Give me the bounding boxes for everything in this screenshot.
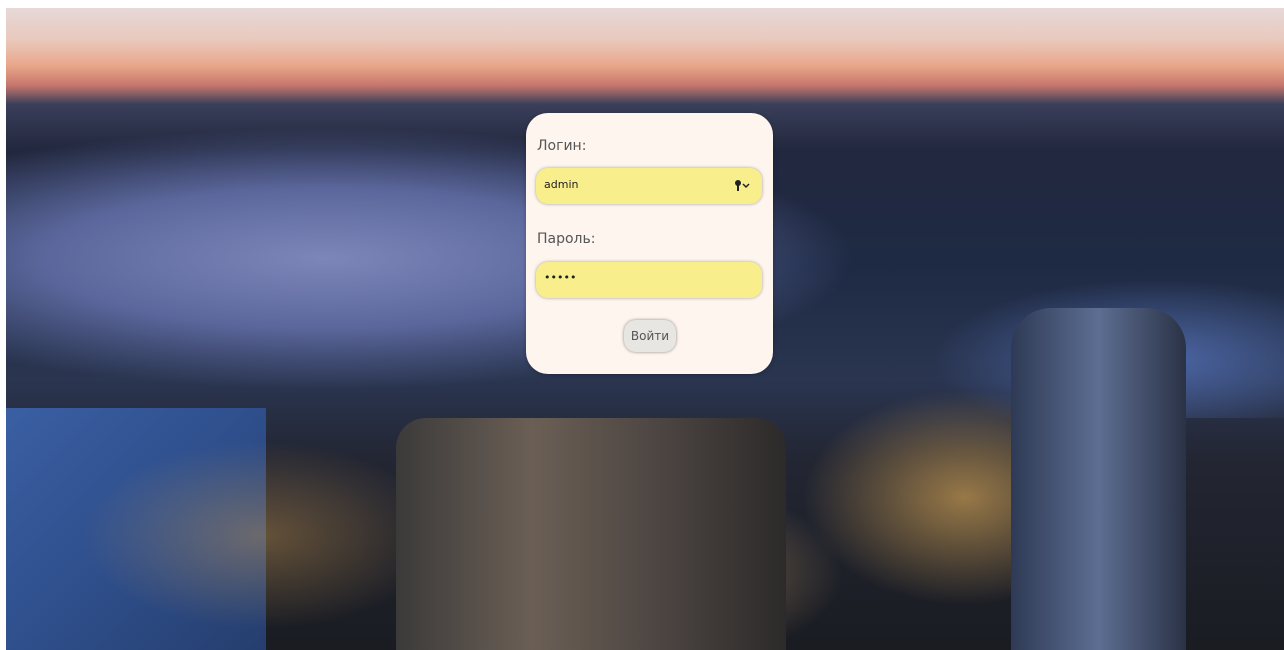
password-field[interactable]: ••••• — [536, 262, 762, 298]
tower-building — [396, 418, 786, 650]
tower-building-right — [1011, 308, 1186, 650]
username-label: Логин: — [537, 138, 587, 154]
login-card: Логин: admin Пароль: ••••• Войти — [526, 113, 773, 374]
username-value[interactable]: admin — [544, 178, 578, 191]
password-value[interactable]: ••••• — [544, 271, 576, 284]
password-label: Пароль: — [537, 231, 596, 247]
username-field[interactable]: admin — [536, 168, 762, 204]
key-icon[interactable] — [734, 178, 750, 192]
login-button[interactable]: Войти — [624, 320, 676, 352]
